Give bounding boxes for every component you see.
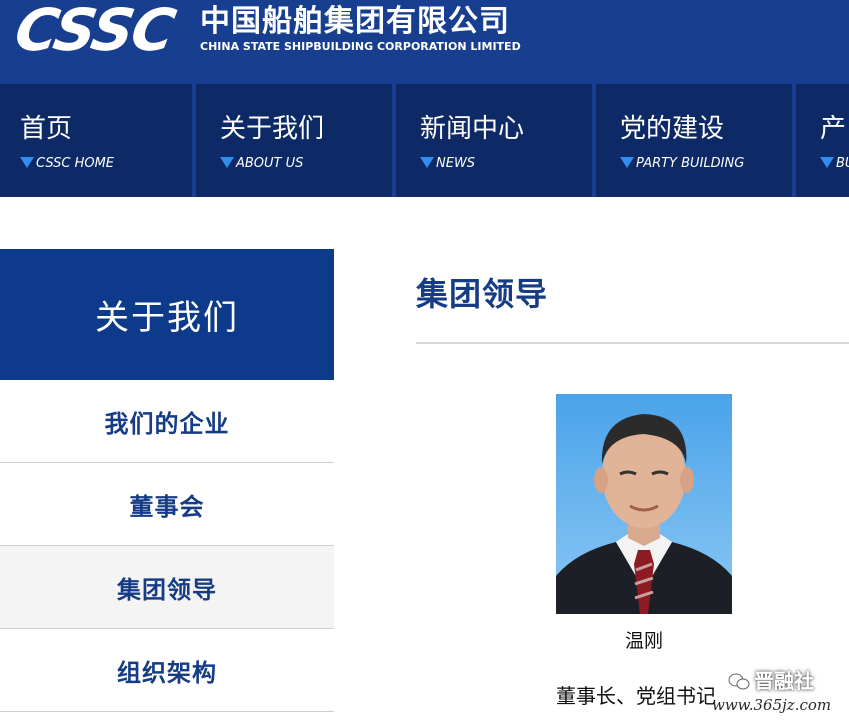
nav-item-about-us[interactable]: 关于我们 ABOUT US xyxy=(200,84,396,197)
sidebar-heading: 关于我们 xyxy=(0,249,334,380)
nav-item-sublabel: PARTY BUILDING xyxy=(620,156,744,172)
nav-item-sublabel: CSSC HOME xyxy=(20,156,114,172)
cssc-logo[interactable]: CSSC xyxy=(10,0,179,64)
triangle-down-icon xyxy=(420,157,434,168)
triangle-down-icon xyxy=(20,157,34,168)
sidebar-item-org-structure[interactable]: 组织架构 xyxy=(0,629,334,712)
leader-portrait[interactable] xyxy=(556,394,732,614)
nav-item-label: 党的建设 xyxy=(620,114,725,144)
nav-item-party-building[interactable]: 党的建设 PARTY BUILDING xyxy=(600,84,796,197)
nav-item-home[interactable]: 首页 CSSC HOME xyxy=(0,84,196,197)
watermark-brand: 晋融社 xyxy=(728,668,814,694)
wechat-icon xyxy=(728,673,750,690)
nav-item-label: 新闻中心 xyxy=(420,114,525,144)
company-name-en[interactable]: CHINA STATE SHIPBUILDING CORPORATION LIM… xyxy=(200,40,521,54)
watermark-url: www.365jz.com xyxy=(712,696,832,714)
title-divider xyxy=(416,342,849,344)
triangle-down-icon xyxy=(820,157,834,168)
nav-item-label: 产 xyxy=(820,114,847,144)
nav-item-sublabel: NEWS xyxy=(420,156,475,172)
triangle-down-icon xyxy=(220,157,234,168)
site-header: CSSC 中国船舶集团有限公司 CHINA STATE SHIPBUILDING… xyxy=(0,0,849,84)
leader-name: 温刚 xyxy=(624,630,663,652)
company-name-cn[interactable]: 中国船舶集团有限公司 xyxy=(200,4,510,40)
nav-item-sublabel: ABOUT US xyxy=(220,156,303,172)
nav-item-news[interactable]: 新闻中心 NEWS xyxy=(400,84,596,197)
sidebar-item-group-leadership[interactable]: 集团领导 xyxy=(0,546,334,629)
triangle-down-icon xyxy=(620,157,634,168)
sidebar-item-our-enterprise[interactable]: 我们的企业 xyxy=(0,380,334,463)
page-title: 集团领导 xyxy=(416,275,549,313)
main-nav: 首页 CSSC HOME 关于我们 ABOUT US 新闻中心 NEWS 党的建… xyxy=(0,84,849,197)
nav-item-business[interactable]: 产 BU xyxy=(800,84,849,197)
nav-item-label: 首页 xyxy=(20,114,73,144)
leader-position: 董事长、党组书记 xyxy=(556,684,716,708)
nav-item-sublabel: BU xyxy=(820,156,849,172)
nav-item-label: 关于我们 xyxy=(220,114,325,144)
sidebar-item-board[interactable]: 董事会 xyxy=(0,463,334,546)
